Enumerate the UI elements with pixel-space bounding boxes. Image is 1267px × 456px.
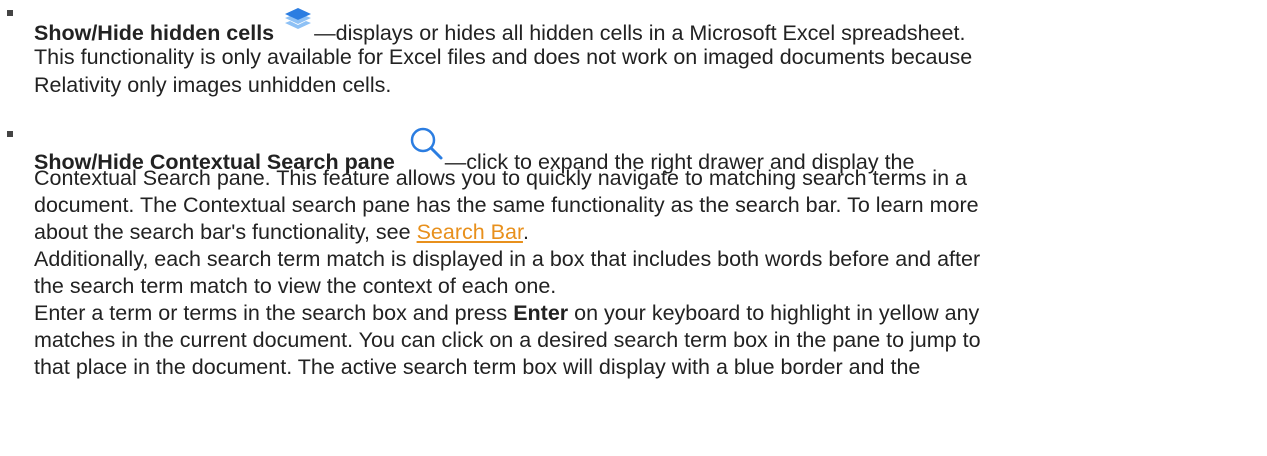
list-item-line: Contextual Search pane. This feature all… bbox=[34, 166, 967, 190]
item-description: —displays or hides all hidden cells in a… bbox=[314, 21, 966, 45]
search-icon[interactable] bbox=[407, 124, 445, 162]
list-item-line: Enter a term or terms in the search box … bbox=[34, 301, 980, 325]
list-item-line: document. The Contextual search pane has… bbox=[34, 193, 979, 217]
document-content: Show/Hide hidden cells —displays or hide… bbox=[0, 0, 1267, 456]
list-item-line: matches in the current document. You can… bbox=[34, 328, 981, 352]
list-item-line: Relativity only images unhidden cells. bbox=[34, 73, 392, 97]
bullet-marker bbox=[7, 10, 13, 16]
list-item-line: Additionally, each search term match is … bbox=[34, 247, 981, 271]
list-item-line: that place in the document. The active s… bbox=[34, 355, 921, 379]
layers-icon[interactable] bbox=[282, 5, 314, 35]
list-item-line: Show/Hide hidden cells —displays or hide… bbox=[34, 8, 966, 47]
search-bar-link[interactable]: Search Bar bbox=[417, 220, 523, 244]
enter-key-label: Enter bbox=[513, 301, 569, 325]
item-title: Show/Hide hidden cells bbox=[34, 21, 275, 45]
list-item-line: This functionality is only available for… bbox=[34, 45, 973, 69]
list-item-line: about the search bar's functionality, se… bbox=[34, 220, 529, 244]
list-item-line: the search term match to view the contex… bbox=[34, 274, 557, 298]
bullet-marker bbox=[7, 131, 13, 137]
